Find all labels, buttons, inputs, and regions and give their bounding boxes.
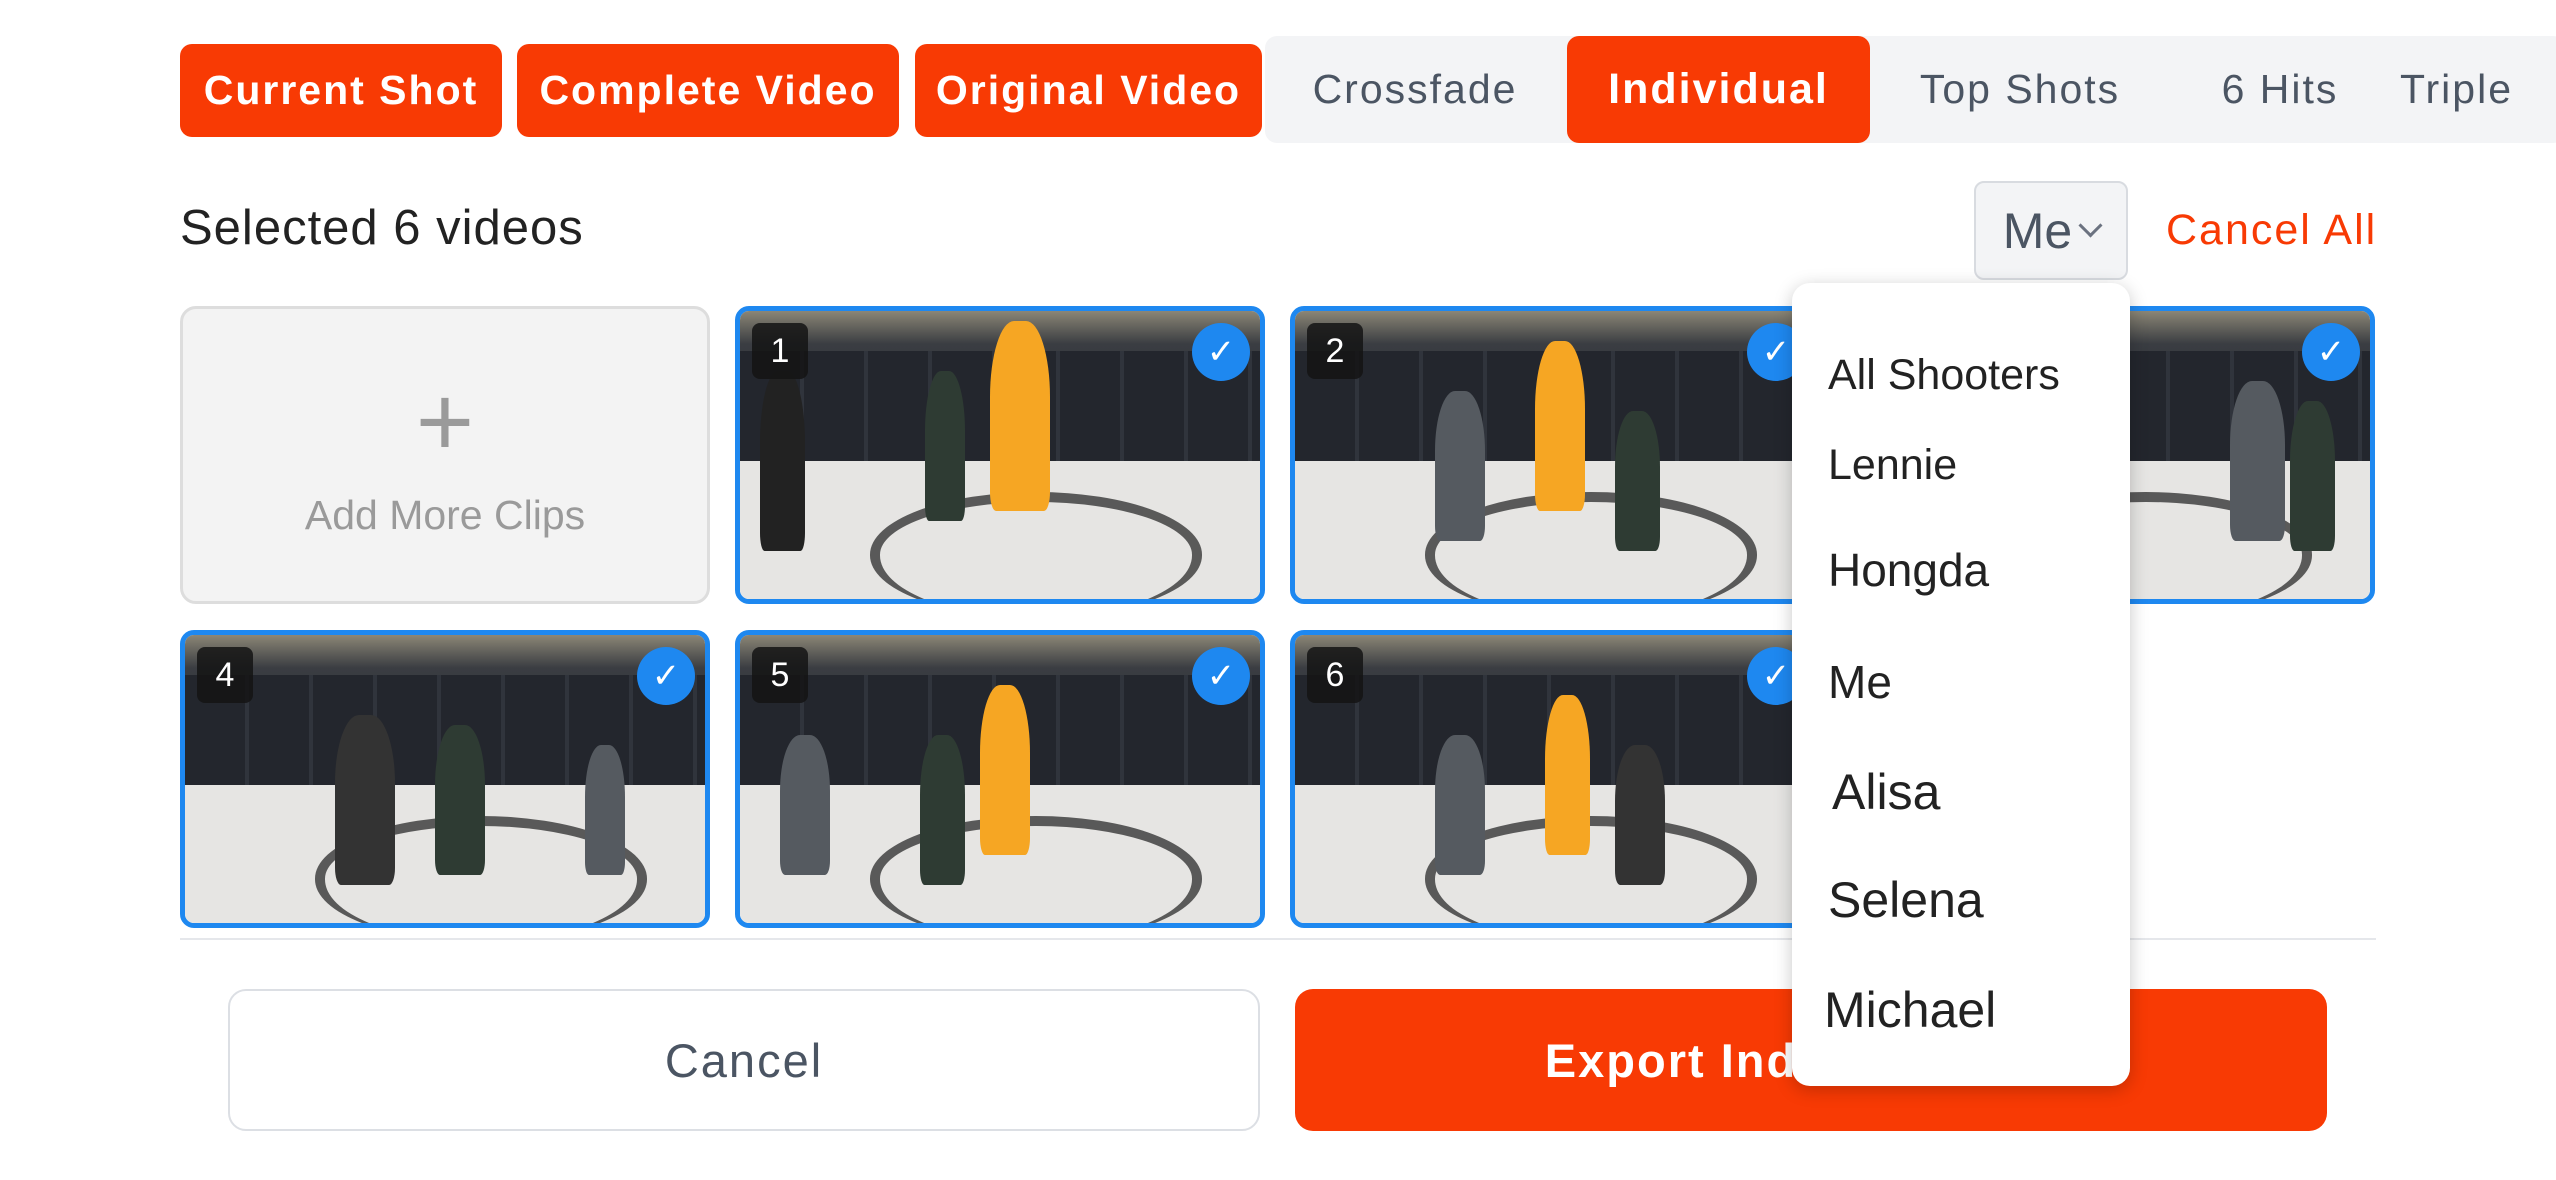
dropdown-option-me[interactable]: Me — [1828, 655, 1892, 709]
tab-current-shot[interactable]: Current Shot — [180, 44, 502, 137]
clip-number-badge: 1 — [752, 323, 808, 379]
tab-top-shots[interactable]: Top Shots — [1870, 36, 2170, 143]
tab-crossfade[interactable]: Crossfade — [1265, 36, 1565, 143]
dropdown-option-lennie[interactable]: Lennie — [1828, 441, 1957, 490]
dropdown-option-selena[interactable]: Selena — [1828, 871, 1984, 929]
video-clip-4[interactable]: 4 ✓ — [180, 630, 710, 928]
tab-original-video[interactable]: Original Video — [915, 44, 1262, 137]
checkmark-icon[interactable]: ✓ — [1192, 647, 1250, 705]
cancel-button[interactable]: Cancel — [228, 989, 1260, 1131]
dropdown-option-all-shooters[interactable]: All Shooters — [1828, 351, 2060, 400]
video-clip-6[interactable]: 6 ✓ — [1290, 630, 1820, 928]
chevron-down-icon — [2078, 213, 2103, 238]
tab-6-hits[interactable]: 6 Hits — [2170, 36, 2390, 143]
tab-triple[interactable]: Triple — [2400, 36, 2556, 143]
export-button-label: Export Ind — [1544, 1033, 1798, 1087]
shooter-dropdown-menu: All Shooters Lennie Hongda Me Alisa Sele… — [1792, 283, 2130, 1086]
add-more-clips-button[interactable]: + Add More Clips — [180, 306, 710, 604]
tab-complete-video[interactable]: Complete Video — [517, 44, 899, 137]
shooter-filter-value: Me — [2002, 202, 2073, 259]
dropdown-option-alisa[interactable]: Alisa — [1832, 763, 1940, 821]
dropdown-option-michael[interactable]: Michael — [1824, 981, 1996, 1039]
add-more-clips-label: Add More Clips — [304, 491, 586, 538]
checkmark-icon[interactable]: ✓ — [2302, 323, 2360, 381]
video-clip-2[interactable]: 2 ✓ — [1290, 306, 1820, 604]
plus-icon: + — [415, 365, 475, 478]
shooter-filter-select[interactable]: Me — [1974, 181, 2128, 280]
video-clip-5[interactable]: 5 ✓ — [735, 630, 1265, 928]
dropdown-option-hongda[interactable]: Hongda — [1828, 543, 1989, 597]
clip-number-badge: 4 — [197, 647, 253, 703]
clip-number-badge: 5 — [752, 647, 808, 703]
tab-individual[interactable]: Individual — [1567, 36, 1870, 143]
selected-count-text: Selected 6 videos — [180, 201, 584, 255]
clip-number-badge: 2 — [1307, 323, 1363, 379]
cancel-all-button[interactable]: Cancel All — [2166, 206, 2377, 255]
checkmark-icon[interactable]: ✓ — [637, 647, 695, 705]
clip-number-badge: 6 — [1307, 647, 1363, 703]
video-clip-1[interactable]: 1 ✓ — [735, 306, 1265, 604]
checkmark-icon[interactable]: ✓ — [1192, 323, 1250, 381]
